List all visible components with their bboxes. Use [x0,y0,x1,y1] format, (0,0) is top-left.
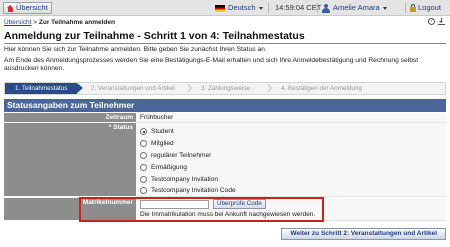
radio-button[interactable] [140,163,147,171]
radio-button-checked[interactable] [140,128,147,136]
divider [317,3,318,13]
help-icon[interactable]: ? [428,18,435,25]
matrikel-label: Matrikelnummer [4,198,136,221]
status-option-student[interactable]: Student [140,126,446,138]
logout-label: Logout [418,3,441,12]
chevron-down-icon [382,6,387,10]
status-option-label: Student [151,128,174,136]
radio-button[interactable] [140,140,147,148]
status-option-label: Testcompany Invitation Code [151,187,236,195]
step-4: 4. Bestätigen der Anmeldung [281,85,362,92]
zeitraum-label: Zeitraum [4,113,136,123]
logout-button[interactable]: Logout [410,2,441,14]
title-divider [4,43,446,44]
intro-paragraph-1: Hier können Sie sich zur Teilnahme anmel… [4,46,267,53]
status-option-testcompany-code[interactable]: Testcompany Invitation Code [140,185,446,197]
breadcrumb-separator: > [31,19,39,26]
section-header: Statusangaben zum Teilnehmer [4,99,446,112]
overview-button[interactable]: Übersicht [3,2,52,14]
user-icon [322,3,330,13]
divider [268,3,269,13]
page-tools: ? [428,18,445,25]
radio-button[interactable] [140,187,147,195]
step-3-label: 3. Zahlungsweise [201,85,251,92]
user-name: Amelie Amara [333,3,380,12]
zeitraum-value: Frühbucher [136,113,446,123]
zeitraum-row: Zeitraum Frühbucher [4,113,446,123]
page-title: Anmeldung zur Teilnahme - Schritt 1 von … [4,30,305,42]
overview-button-label: Übersicht [16,3,48,12]
status-option-label: Mitglied [151,140,174,148]
user-menu[interactable]: Amelie Amara [322,2,387,14]
radio-button[interactable] [140,151,147,159]
breadcrumb-current: Zur Teilnahme anmelden [38,19,115,26]
status-option-ermaessigung[interactable]: Ermäßigung [140,161,446,173]
top-bar: Übersicht Deutsch 14:59:04 CET Amelie Am… [0,0,450,16]
divider [405,3,406,13]
download-icon[interactable] [438,18,445,25]
matrikel-note: Die Immatrikulation muss bei Ankunft nac… [140,211,316,218]
intro-text: Hier können Sie sich zur Teilnahme anmel… [4,46,444,76]
german-flag-icon [215,4,225,12]
status-option-label: Testcompany Invitation [151,175,219,183]
intro-paragraph-2: Am Ende des Anmeldungsprozesses werden S… [4,56,419,73]
breadcrumb-overview-link[interactable]: Übersicht [4,19,31,26]
check-code-button[interactable]: Überprüfe Code [213,199,266,209]
status-options: Student Mitglied regulärer Teilnehmer Er… [136,123,446,197]
matrikel-input[interactable] [140,199,209,209]
step-progress: 1. Teilnahmestatus 2. Veranstaltungen un… [4,82,446,95]
step-1: 1. Teilnahmestatus [5,83,83,94]
language-selector[interactable]: Deutsch [215,2,263,14]
matrikel-row: Matrikelnummer Überprüfe Code Die Immatr… [4,198,446,221]
breadcrumb: Übersicht > Zur Teilnahme anmelden [4,19,115,26]
lock-icon [410,4,416,12]
status-option-mitglied[interactable]: Mitglied [140,138,446,150]
language-label: Deutsch [228,3,256,12]
step-2-label: 2. Veranstaltungen und Artikel [91,85,175,92]
step-3: 3. Zahlungsweise [187,83,273,94]
status-option-testcompany[interactable]: Testcompany Invitation [140,173,446,185]
matrikel-field-cell: Überprüfe Code Die Immatrikulation muss … [136,198,446,221]
status-option-regulaer[interactable]: regulärer Teilnehmer [140,150,446,162]
status-row: * Status Student Mitglied regulärer Teil… [4,123,446,197]
chevron-down-icon [258,6,263,10]
clock-time: 14:59:04 CET [275,3,322,12]
status-label: * Status [4,123,136,197]
status-option-label: Ermäßigung [151,163,187,171]
status-option-label: regulärer Teilnehmer [151,151,212,159]
home-icon [7,4,14,12]
step-2: 2. Veranstaltungen und Artikel [77,83,193,94]
radio-button[interactable] [140,175,147,183]
next-step-button[interactable]: Weiter zu Schritt 2: Veranstaltungen und… [281,228,446,240]
